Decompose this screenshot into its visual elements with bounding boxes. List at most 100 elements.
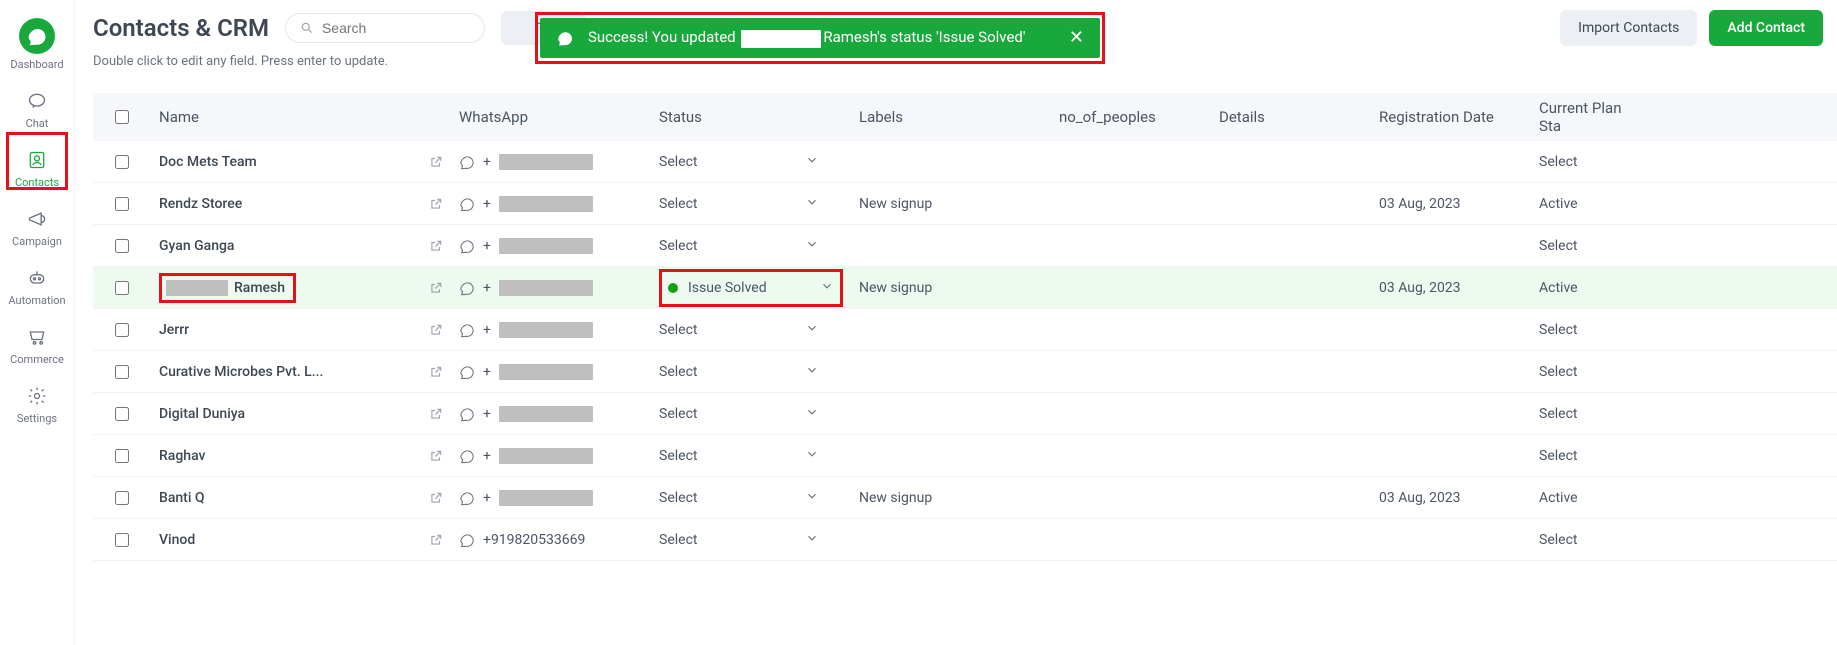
col-status: Status <box>651 108 851 126</box>
annotation-highlight-status[interactable]: Issue Solved <box>659 269 843 307</box>
status-select[interactable]: Select <box>659 531 819 549</box>
search-input-wrap[interactable] <box>285 13 485 43</box>
main-panel: Contacts & CRM Import Contacts Add Conta… <box>75 0 1837 645</box>
contact-name: Vinod <box>159 532 195 548</box>
plan-cell: Select <box>1531 364 1651 380</box>
col-whatsapp: WhatsApp <box>451 108 651 126</box>
row-checkbox[interactable] <box>115 533 129 547</box>
table-row: Vinod +919820533669 Select Select <box>93 519 1837 561</box>
table-row: Ramesh+Issue SolvedNew signup03 Aug, 202… <box>93 267 1837 309</box>
status-select[interactable]: Select <box>659 321 819 339</box>
toast-text: Success! You updated Ramesh's status 'Is… <box>588 28 1026 47</box>
row-checkbox[interactable] <box>115 491 129 505</box>
regdate-cell: 03 Aug, 2023 <box>1371 280 1531 296</box>
wa-redacted <box>499 238 593 254</box>
toast-annotation-wrap: Success! You updated Ramesh's status 'Is… <box>535 12 1105 64</box>
row-checkbox[interactable] <box>115 323 129 337</box>
toast-close-button[interactable]: ✕ <box>1069 29 1084 47</box>
open-contact-icon[interactable] <box>429 197 443 211</box>
nav-chat[interactable]: Chat <box>0 79 74 138</box>
plan-cell: Select <box>1531 238 1651 254</box>
status-value: Select <box>659 364 697 380</box>
import-contacts-button[interactable]: Import Contacts <box>1560 10 1697 46</box>
nav-label: Commerce <box>10 353 64 366</box>
search-icon <box>300 20 314 36</box>
wa-redacted <box>499 196 593 212</box>
chevron-down-icon <box>805 489 819 507</box>
status-select[interactable]: Select <box>659 153 819 171</box>
status-value: Select <box>659 406 697 422</box>
status-select[interactable]: Select <box>659 195 819 213</box>
table-header: Name WhatsApp Status Labels no_of_people… <box>93 93 1837 141</box>
status-value: Select <box>659 448 697 464</box>
wa-redacted <box>499 154 593 170</box>
page-title: Contacts & CRM <box>93 14 269 42</box>
open-contact-icon[interactable] <box>429 533 443 547</box>
table-row: Doc Mets Team+SelectSelect <box>93 141 1837 183</box>
open-contact-icon[interactable] <box>429 239 443 253</box>
table-row: Digital Duniya+SelectSelect <box>93 393 1837 435</box>
plan-cell: Select <box>1531 448 1651 464</box>
status-value: Select <box>659 154 697 170</box>
status-select[interactable]: Select <box>659 405 819 423</box>
add-contact-button[interactable]: Add Contact <box>1709 10 1823 46</box>
contact-name: Rendz Storee <box>159 196 242 212</box>
open-contact-icon[interactable] <box>429 449 443 463</box>
open-contact-icon[interactable] <box>429 491 443 505</box>
row-checkbox[interactable] <box>115 365 129 379</box>
labels-cell: New signup <box>851 196 1051 212</box>
contact-name: Raghav <box>159 448 205 464</box>
status-select[interactable]: Select <box>659 237 819 255</box>
table-row: Gyan Ganga+SelectSelect <box>93 225 1837 267</box>
chevron-down-icon <box>805 321 819 339</box>
search-input[interactable] <box>322 20 470 36</box>
row-checkbox[interactable] <box>115 155 129 169</box>
chevron-down-icon <box>805 531 819 549</box>
contact-name: Digital Duniya <box>159 406 245 422</box>
nav-settings[interactable]: Settings <box>0 374 74 433</box>
whatsapp-cell: + <box>451 196 651 212</box>
contact-name: Jerrr <box>159 322 189 338</box>
col-plan: Current Plan Sta <box>1531 99 1651 135</box>
status-value: Select <box>659 238 697 254</box>
nav-commerce[interactable]: Commerce <box>0 315 74 374</box>
app-logo-icon <box>19 18 55 54</box>
open-contact-icon[interactable] <box>429 407 443 421</box>
whatsapp-cell: + <box>451 280 651 296</box>
select-all-checkbox[interactable] <box>115 110 129 124</box>
nav-label: Dashboard <box>10 58 63 71</box>
status-value: Select <box>659 532 697 548</box>
whatsapp-cell: +919820533669 <box>451 532 651 548</box>
plan-cell: Active <box>1531 196 1651 212</box>
row-checkbox[interactable] <box>115 407 129 421</box>
whatsapp-number: +919820533669 <box>483 532 585 548</box>
row-checkbox[interactable] <box>115 239 129 253</box>
col-labels: Labels <box>851 108 1051 126</box>
status-select[interactable]: Select <box>659 363 819 381</box>
nav-label: Campaign <box>12 235 62 248</box>
plan-cell: Select <box>1531 532 1651 548</box>
settings-icon <box>25 384 49 408</box>
nav-automation[interactable]: Automation <box>0 256 74 315</box>
nav-dashboard[interactable]: Dashboard <box>0 8 74 79</box>
contact-name: Gyan Ganga <box>159 238 234 254</box>
open-contact-icon[interactable] <box>429 365 443 379</box>
open-contact-icon[interactable] <box>429 281 443 295</box>
chat-icon <box>25 89 49 113</box>
whatsapp-cell: + <box>451 364 651 380</box>
annotation-highlight-nav <box>6 132 68 190</box>
plan-cell: Active <box>1531 280 1651 296</box>
whatsapp-cell: + <box>451 406 651 422</box>
whatsapp-cell: + <box>451 490 651 506</box>
chevron-down-icon <box>805 237 819 255</box>
wa-redacted <box>499 490 593 506</box>
nav-campaign[interactable]: Campaign <box>0 197 74 256</box>
open-contact-icon[interactable] <box>429 155 443 169</box>
status-select[interactable]: Select <box>659 447 819 465</box>
nav-label: Settings <box>17 412 57 425</box>
status-select[interactable]: Select <box>659 489 819 507</box>
row-checkbox[interactable] <box>115 449 129 463</box>
open-contact-icon[interactable] <box>429 323 443 337</box>
row-checkbox[interactable] <box>115 281 129 295</box>
row-checkbox[interactable] <box>115 197 129 211</box>
